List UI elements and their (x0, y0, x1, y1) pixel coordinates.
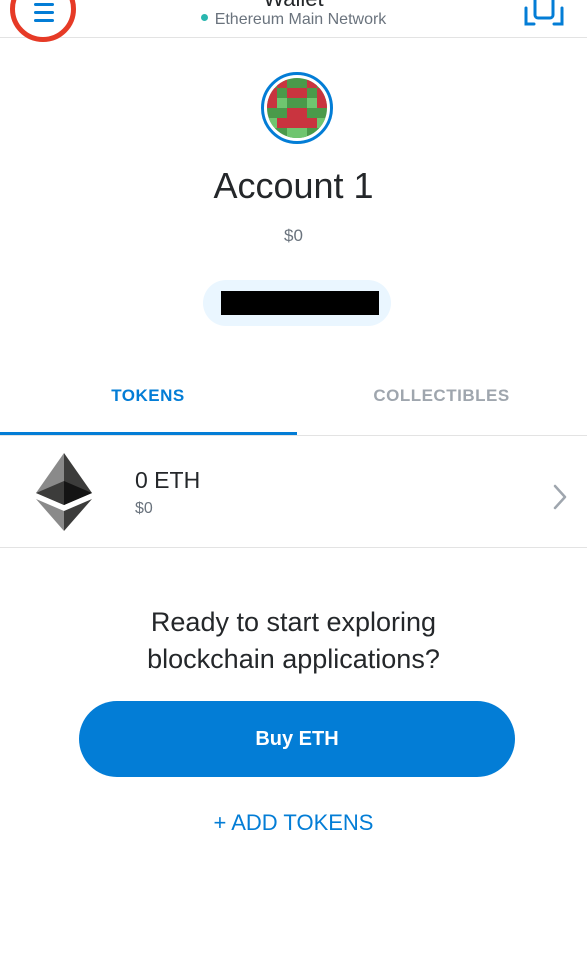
account-balance: $0 (284, 226, 303, 245)
account-avatar[interactable] (261, 72, 333, 144)
active-tab-indicator (0, 432, 297, 435)
token-amount: 0 ETH (135, 467, 201, 493)
network-selector[interactable]: Ethereum Main Network (0, 11, 587, 29)
account-address-pill[interactable] (203, 280, 391, 326)
buy-eth-button[interactable]: Buy ETH (79, 701, 515, 777)
network-name: Ethereum Main Network (214, 11, 387, 28)
token-list-item[interactable]: 0 ETH $0 (0, 437, 587, 548)
prompt-line-1: Ready to start exploring (150, 607, 437, 637)
network-status-dot (200, 14, 208, 22)
identicon (267, 78, 327, 138)
tab-tokens[interactable]: TOKENS (0, 386, 296, 406)
asset-tabs: TOKENS COLLECTIBLES (0, 370, 587, 436)
tab-collectibles[interactable]: COLLECTIBLES (296, 386, 587, 406)
qr-scan-icon[interactable] (524, 0, 564, 30)
ethereum-icon (36, 453, 92, 531)
prompt-line-2: blockchain applications? (147, 644, 440, 674)
add-tokens-link[interactable]: + ADD TOKENS (0, 810, 587, 836)
chevron-right-icon (553, 484, 567, 510)
top-nav-bar: Wallet Ethereum Main Network (0, 0, 587, 42)
token-fiat-value: $0 (135, 500, 153, 517)
redacted-address (221, 291, 379, 315)
account-name[interactable]: Account 1 (0, 165, 587, 207)
explore-prompt: Ready to start exploring blockchain appl… (0, 604, 587, 678)
